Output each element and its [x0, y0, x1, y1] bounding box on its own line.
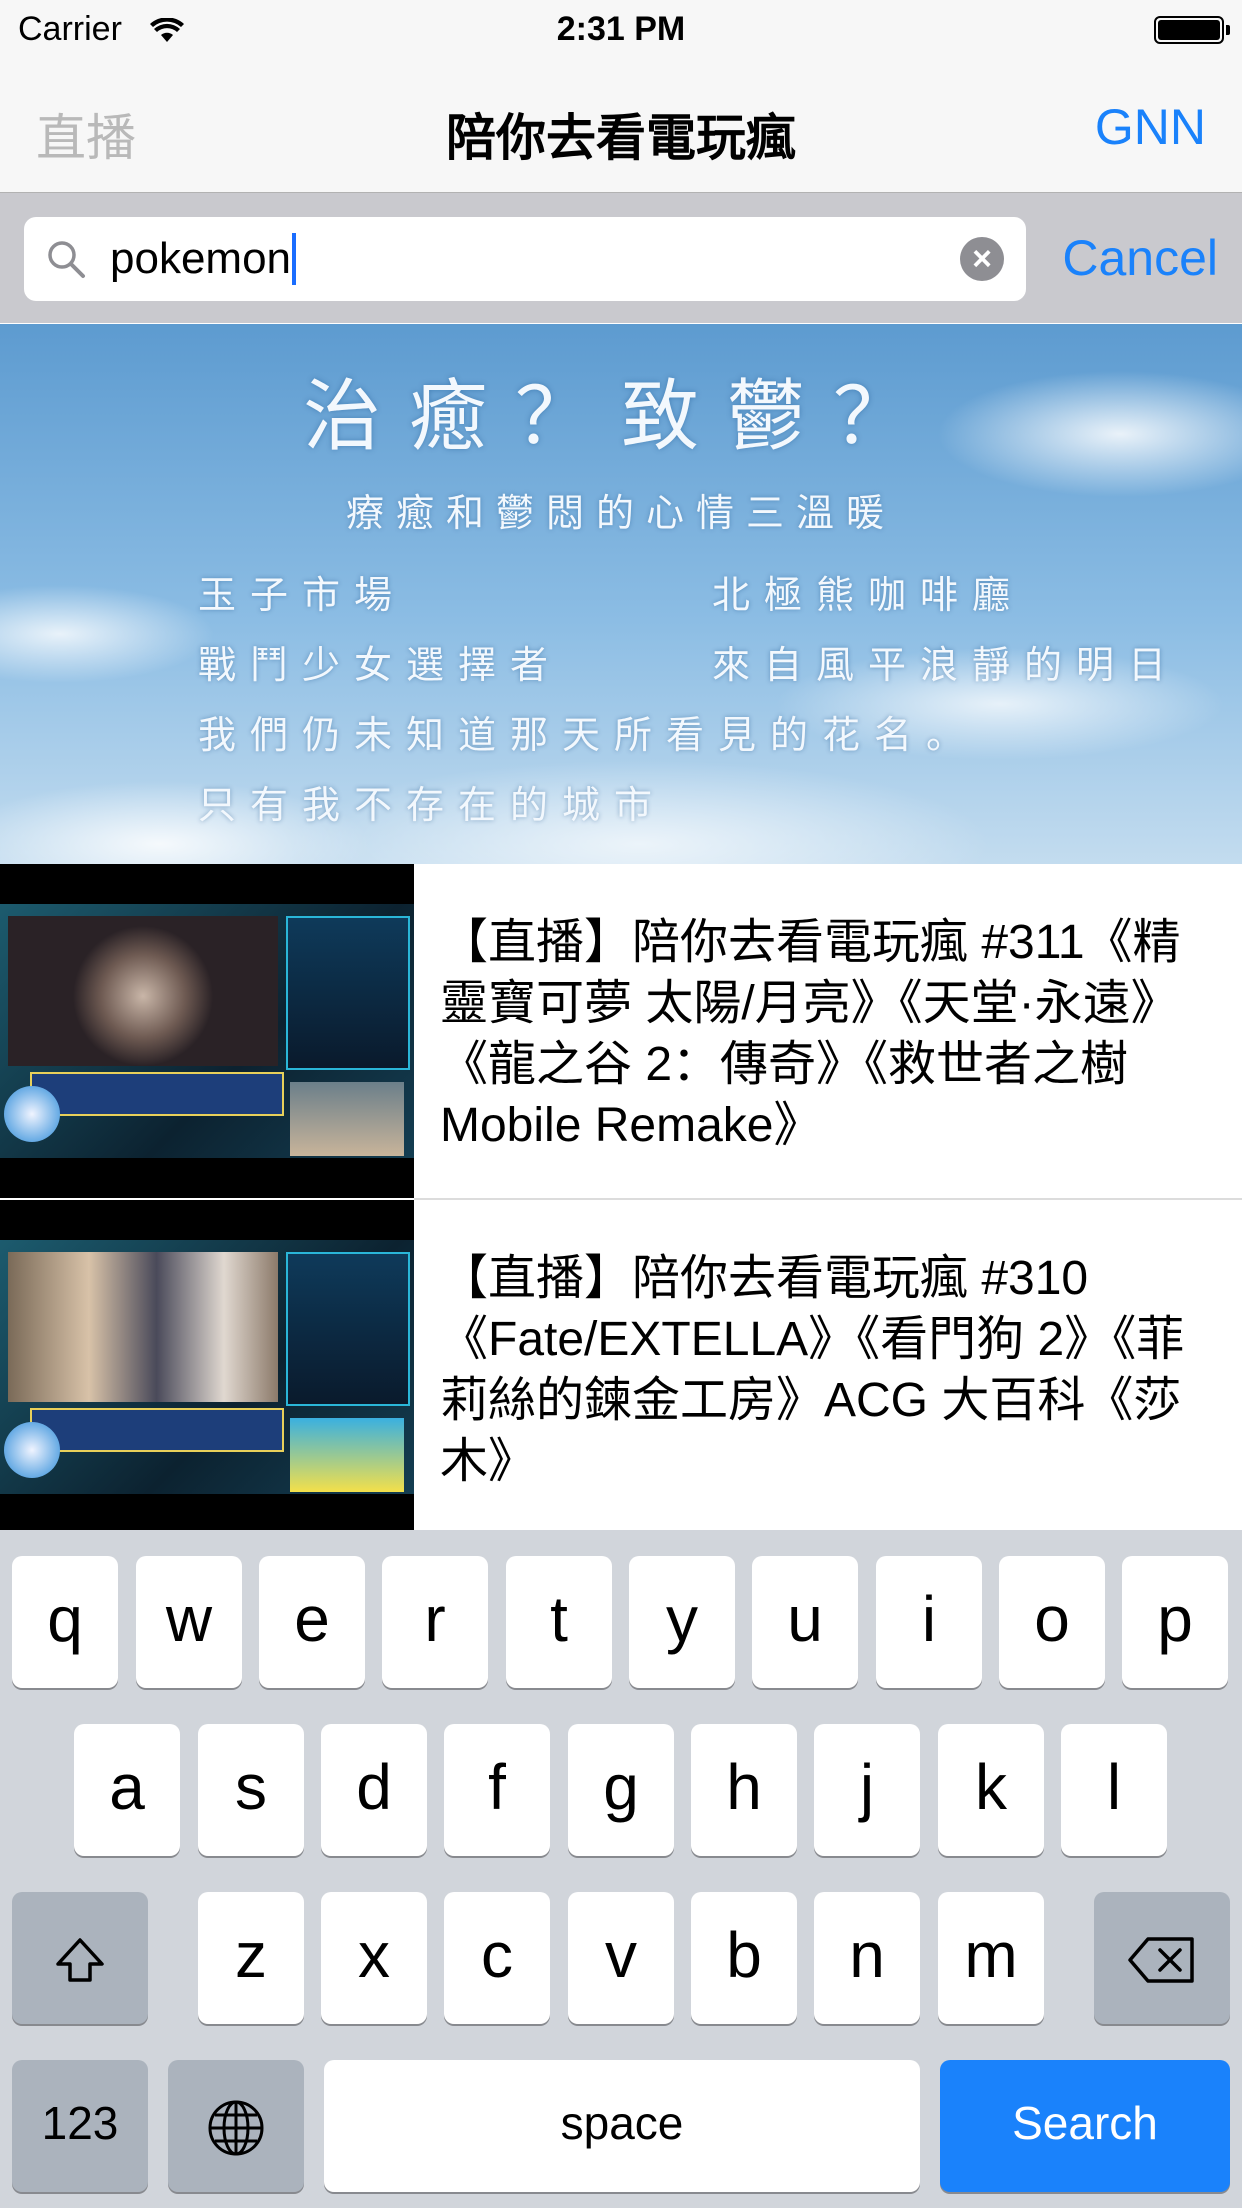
search-icon: [44, 237, 88, 281]
banner-title: 治癒？致鬱？: [302, 372, 939, 460]
key-m[interactable]: m: [938, 1892, 1044, 2024]
key-a[interactable]: a: [74, 1724, 180, 1856]
key-z[interactable]: z: [198, 1892, 304, 2024]
search-query-text: pokemon: [110, 233, 297, 285]
key-b[interactable]: b: [691, 1892, 797, 2024]
search-input[interactable]: pokemon ×: [24, 217, 1026, 301]
backspace-key[interactable]: [1094, 1892, 1230, 2024]
key-g[interactable]: g: [568, 1724, 674, 1856]
shift-key[interactable]: [12, 1892, 148, 2024]
key-v[interactable]: v: [568, 1892, 674, 2024]
key-x[interactable]: x: [321, 1892, 427, 2024]
search-bar: pokemon × Cancel: [0, 193, 1242, 323]
clear-search-icon[interactable]: ×: [960, 237, 1004, 281]
shift-icon: [52, 1919, 108, 1991]
key-c[interactable]: c: [444, 1892, 550, 2024]
key-n[interactable]: n: [814, 1892, 920, 2024]
video-thumbnail: [0, 1200, 414, 1534]
keyboard: q w e r t y u i o p a s d f g h j k l z …: [0, 1530, 1242, 2208]
backspace-icon: [1126, 1919, 1198, 1991]
list-item[interactable]: 【直播】陪你去看電玩瘋 #311《精靈寶可夢 太陽/月亮》《天堂·永遠》《龍之谷…: [0, 864, 1242, 1200]
search-key[interactable]: Search: [940, 2060, 1230, 2192]
page-title: 陪你去看電玩瘋: [446, 110, 796, 166]
battery-icon: [1154, 16, 1230, 44]
gnn-button[interactable]: GNN: [1095, 98, 1206, 156]
key-o[interactable]: o: [999, 1556, 1105, 1688]
space-key[interactable]: space: [324, 2060, 920, 2192]
key-s[interactable]: s: [198, 1724, 304, 1856]
promo-banner[interactable]: 治癒？致鬱？ 療癒和鬱悶的心情三溫暖 玉子市場 北極熊咖啡廳 戰鬥少女選擇者 來…: [0, 324, 1242, 864]
list-item[interactable]: 【直播】陪你去看電玩瘋 #310《Fate/EXTELLA》《看門狗 2》《菲莉…: [0, 1200, 1242, 1534]
key-h[interactable]: h: [691, 1724, 797, 1856]
globe-icon: [206, 2087, 266, 2159]
banner-item: 來自風平浪靜的明日: [712, 645, 1181, 687]
key-u[interactable]: u: [752, 1556, 858, 1688]
globe-key[interactable]: [168, 2060, 304, 2192]
key-e[interactable]: e: [259, 1556, 365, 1688]
text-cursor: [292, 233, 297, 285]
numbers-key[interactable]: 123: [12, 2060, 148, 2192]
status-bar: Carrier 2:31 PM: [0, 0, 1242, 60]
navigation-bar: 直播 陪你去看電玩瘋 GNN: [0, 60, 1242, 193]
banner-item: 北極熊咖啡廳: [712, 575, 1025, 617]
key-p[interactable]: p: [1122, 1556, 1228, 1688]
banner-subtitle: 療癒和鬱悶的心情三溫暖: [345, 493, 896, 535]
banner-item: 只有我不存在的城市: [198, 785, 667, 827]
key-q[interactable]: q: [12, 1556, 118, 1688]
banner-item: 戰鬥少女選擇者: [198, 645, 563, 687]
key-y[interactable]: y: [629, 1556, 735, 1688]
key-r[interactable]: r: [382, 1556, 488, 1688]
key-w[interactable]: w: [136, 1556, 242, 1688]
cancel-button[interactable]: Cancel: [1062, 229, 1218, 287]
banner-item: 玉子市場: [198, 575, 407, 617]
key-d[interactable]: d: [321, 1724, 427, 1856]
clock: 2:31 PM: [556, 10, 686, 48]
key-l[interactable]: l: [1061, 1724, 1167, 1856]
list-item-title: 【直播】陪你去看電玩瘋 #310《Fate/EXTELLA》《看門狗 2》《菲莉…: [440, 1252, 1185, 1488]
video-thumbnail: [0, 864, 414, 1198]
key-t[interactable]: t: [506, 1556, 612, 1688]
banner-item: 我們仍未知道那天所看見的花名。: [198, 715, 979, 757]
key-j[interactable]: j: [814, 1724, 920, 1856]
key-i[interactable]: i: [876, 1556, 982, 1688]
list-item-title: 【直播】陪你去看電玩瘋 #311《精靈寶可夢 太陽/月亮》《天堂·永遠》《龍之谷…: [440, 916, 1181, 1152]
key-f[interactable]: f: [444, 1724, 550, 1856]
key-k[interactable]: k: [938, 1724, 1044, 1856]
